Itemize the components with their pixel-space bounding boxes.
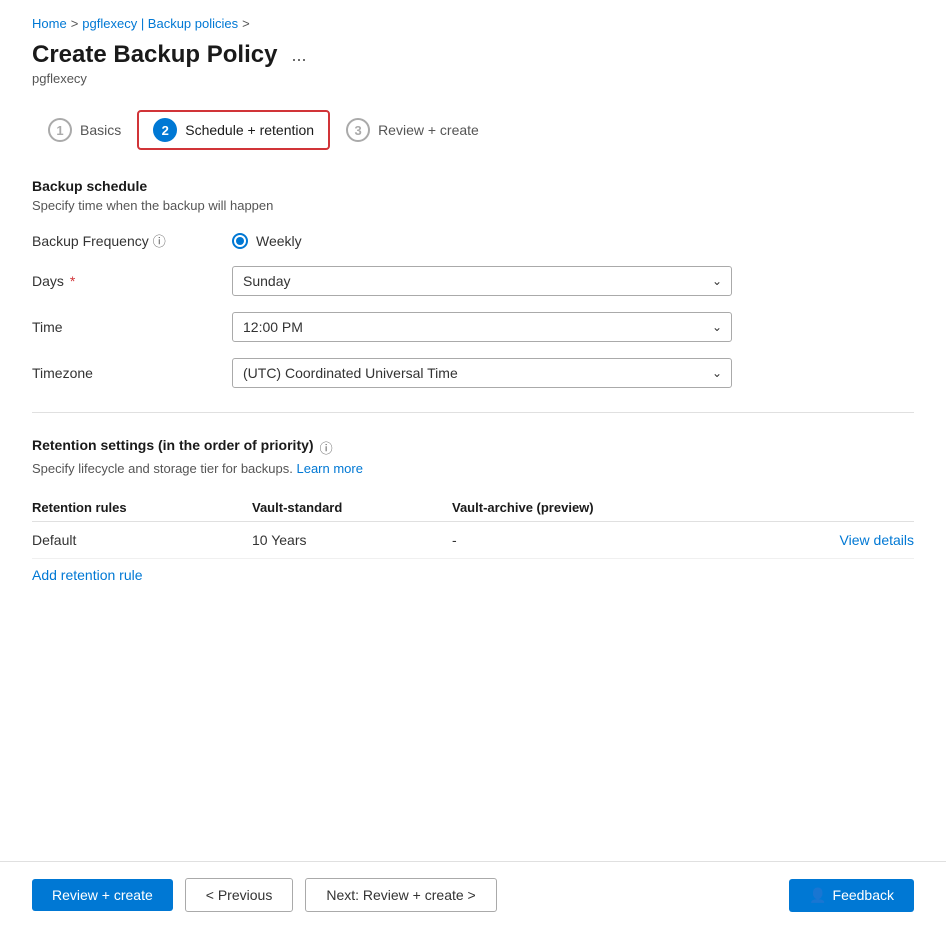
frequency-weekly-option[interactable]: Weekly: [232, 233, 732, 249]
breadcrumb: Home > pgflexecy | Backup policies >: [32, 16, 914, 31]
row-vault-standard-value: 10 Years: [252, 532, 452, 548]
step-review-label: Review + create: [378, 122, 479, 138]
view-details-link[interactable]: View details: [840, 532, 914, 548]
add-retention-rule-link[interactable]: Add retention rule: [32, 567, 143, 583]
frequency-weekly-label: Weekly: [256, 233, 302, 249]
retention-info-icon[interactable]: ⓘ: [320, 438, 333, 457]
time-label: Time: [32, 319, 232, 335]
breadcrumb-sep2: >: [242, 16, 250, 31]
step-basics-label: Basics: [80, 122, 121, 138]
timezone-label: Timezone: [32, 365, 232, 381]
next-button[interactable]: Next: Review + create >: [305, 878, 496, 912]
time-control[interactable]: 12:00 PM 1:00 PM 6:00 AM 12:00 AM ⌄: [232, 312, 732, 342]
timezone-select[interactable]: (UTC) Coordinated Universal Time (UTC-05…: [232, 358, 732, 388]
wizard-steps: 1 Basics 2 Schedule + retention 3 Review…: [32, 110, 914, 150]
step-review-circle: 3: [346, 118, 370, 142]
time-select[interactable]: 12:00 PM 1:00 PM 6:00 AM 12:00 AM: [232, 312, 732, 342]
step-schedule-retention[interactable]: 2 Schedule + retention: [137, 110, 330, 150]
backup-schedule-desc: Specify time when the backup will happen: [32, 198, 914, 213]
backup-frequency-control: Weekly: [232, 233, 732, 249]
days-control[interactable]: Sunday Monday Tuesday Wednesday Thursday…: [232, 266, 732, 296]
days-label: Days *: [32, 273, 232, 289]
previous-button[interactable]: < Previous: [185, 878, 294, 912]
learn-more-link[interactable]: Learn more: [296, 461, 362, 476]
breadcrumb-policies[interactable]: pgflexecy | Backup policies: [82, 16, 238, 31]
feedback-icon: 👤: [809, 887, 826, 904]
review-create-button[interactable]: Review + create: [32, 879, 173, 911]
feedback-button[interactable]: 👤 Feedback: [789, 879, 914, 912]
step-schedule-label: Schedule + retention: [185, 122, 314, 138]
section-divider: [32, 412, 914, 413]
step-basics-circle: 1: [48, 118, 72, 142]
page-title: Create Backup Policy: [32, 41, 277, 69]
backup-frequency-row: Backup Frequency ⓘ Weekly: [32, 231, 914, 250]
step-schedule-circle: 2: [153, 118, 177, 142]
retention-title: Retention settings (in the order of prio…: [32, 437, 314, 453]
page-subtitle: pgflexecy: [32, 71, 914, 86]
step-basics[interactable]: 1 Basics: [32, 110, 137, 150]
backup-schedule-title: Backup schedule: [32, 178, 914, 194]
breadcrumb-sep1: >: [71, 16, 79, 31]
table-header-row: Retention rules Vault-standard Vault-arc…: [32, 494, 914, 522]
row-rule-name: Default: [32, 532, 252, 548]
ellipsis-button[interactable]: ...: [285, 43, 312, 68]
breadcrumb-home[interactable]: Home: [32, 16, 67, 31]
step-review-create[interactable]: 3 Review + create: [330, 110, 495, 150]
col-header-vault-archive: Vault-archive (preview): [452, 500, 794, 515]
frequency-info-icon[interactable]: ⓘ: [153, 231, 166, 250]
col-header-vault-standard: Vault-standard: [252, 500, 452, 515]
retention-table: Retention rules Vault-standard Vault-arc…: [32, 494, 914, 559]
footer: Review + create < Previous Next: Review …: [0, 861, 946, 928]
days-select[interactable]: Sunday Monday Tuesday Wednesday Thursday…: [232, 266, 732, 296]
time-row: Time 12:00 PM 1:00 PM 6:00 AM 12:00 AM ⌄: [32, 312, 914, 342]
retention-desc: Specify lifecycle and storage tier for b…: [32, 461, 914, 476]
timezone-control[interactable]: (UTC) Coordinated Universal Time (UTC-05…: [232, 358, 732, 388]
timezone-row: Timezone (UTC) Coordinated Universal Tim…: [32, 358, 914, 388]
backup-frequency-label: Backup Frequency ⓘ: [32, 231, 232, 250]
feedback-label: Feedback: [833, 887, 894, 903]
retention-header: Retention settings (in the order of prio…: [32, 437, 914, 457]
row-vault-archive-value: -: [452, 532, 794, 548]
row-action[interactable]: View details: [794, 532, 914, 548]
col-header-retention: Retention rules: [32, 500, 252, 515]
table-row: Default 10 Years - View details: [32, 522, 914, 559]
frequency-weekly-radio[interactable]: [232, 233, 248, 249]
days-row: Days * Sunday Monday Tuesday Wednesday T…: [32, 266, 914, 296]
days-required: *: [70, 273, 75, 289]
